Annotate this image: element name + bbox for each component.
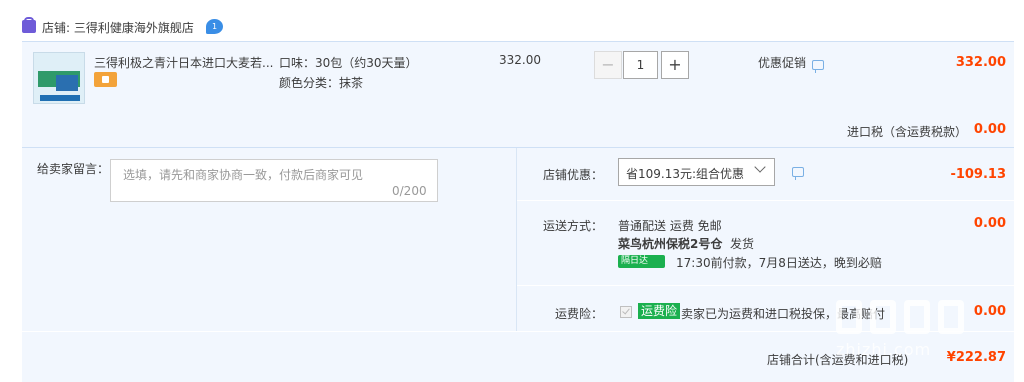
quantity-input[interactable]: 1 [623, 51, 658, 79]
item-total: 332.00 [955, 55, 1006, 70]
shipping-method: 普通配送 运费 免邮 [618, 219, 722, 233]
insurance-checkbox[interactable] [620, 306, 632, 318]
insurance-label: 运费险： [555, 307, 604, 321]
unit-price: 332.00 [499, 53, 541, 67]
message-counter: 0/200 [392, 184, 427, 198]
product-thumbnail[interactable] [33, 52, 85, 104]
quantity-minus-button[interactable]: − [594, 51, 622, 79]
discount-value: -109.13 [950, 167, 1006, 182]
shipping-value: 0.00 [973, 216, 1006, 231]
delivery-promise: 17:30前付款，7月8日送达，晚到必赔 [676, 256, 882, 270]
shipping-label: 运送方式： [543, 219, 604, 233]
promo-label[interactable]: 优惠促销 [758, 54, 806, 71]
divider [516, 148, 517, 331]
message-icon[interactable] [812, 60, 824, 73]
watermark: zhizhi.com [836, 300, 1016, 382]
tax-value: 0.00 [973, 122, 1006, 137]
insurance-tag: 运费险 [638, 303, 681, 319]
item-title[interactable]: 三得利极之青汁日本进口大麦若... [94, 54, 273, 71]
message-placeholder: 选填，请先和商家协商一致，付款后商家可见 [123, 168, 364, 182]
item-attr-color: 颜色分类：抹茶 [279, 76, 364, 90]
divider [517, 285, 1014, 286]
chat-icon[interactable]: 1 [206, 19, 223, 34]
message-label: 给卖家留言： [37, 162, 110, 176]
discount-selected[interactable]: 省109.13元:组合优惠 [626, 165, 744, 182]
card-icon [94, 72, 117, 87]
divider [517, 200, 1014, 201]
shop-name[interactable]: 店铺: 三得利健康海外旗舰店 [42, 19, 194, 36]
shipping-warehouse: 菜鸟杭州保税2号仓 发货 [618, 237, 755, 251]
shop-icon [22, 17, 36, 33]
next-day-badge: 隔日达 [618, 255, 665, 268]
item-attr-flavor: 口味：30包（约30天量） [279, 56, 418, 70]
tax-label: 进口税（含运费税款） [847, 125, 968, 139]
message-icon[interactable] [792, 167, 804, 180]
quantity-plus-button[interactable]: + [661, 51, 689, 79]
discount-label: 店铺优惠： [543, 168, 604, 182]
